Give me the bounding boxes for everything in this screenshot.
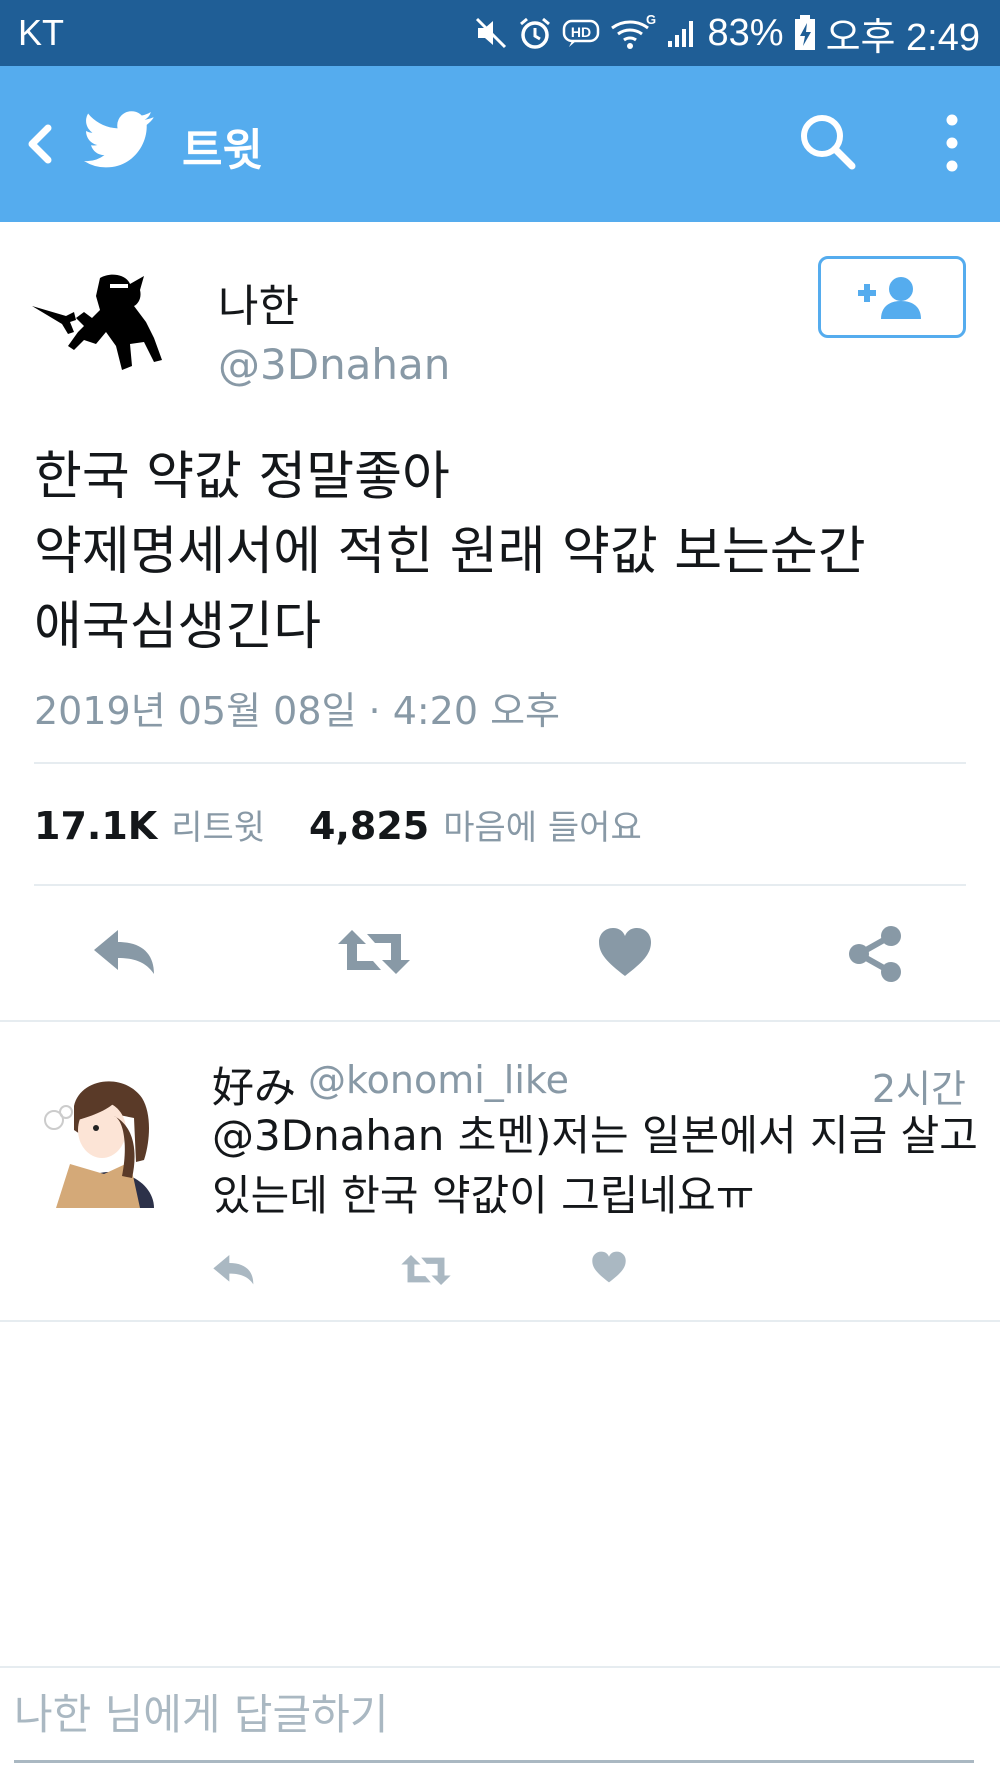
reply-compose-bar xyxy=(0,1666,1000,1756)
app-bar: 트윗 xyxy=(0,66,1000,222)
like-count[interactable]: 4,825 xyxy=(309,804,429,848)
divider xyxy=(34,884,966,886)
alarm-icon xyxy=(518,16,552,50)
signal-icon xyxy=(666,17,698,49)
retweet-icon[interactable] xyxy=(400,1252,452,1292)
reply-avatar[interactable] xyxy=(40,1062,160,1210)
status-icons: HD G 83% 오후 2:49 xyxy=(474,8,980,59)
reply-icon[interactable] xyxy=(212,1252,256,1290)
carrier-label: KT xyxy=(18,12,65,53)
battery-label: 83% xyxy=(707,11,784,54)
status-bar: KT HD G 83% 오후 2:49 xyxy=(0,0,1000,66)
page-title: 트윗 xyxy=(182,125,263,176)
reply-timestamp: 2시간 xyxy=(871,1067,966,1111)
twitter-bird-icon xyxy=(84,110,154,170)
reply-icon[interactable] xyxy=(92,926,158,980)
tweet-text-line: 한국 약값 정말좋아 xyxy=(34,447,450,507)
reply-text: @3Dnahan 초멘)저는 일본에서 지금 살고 있는데 한국 약값이 그립네… xyxy=(212,1106,978,1226)
retweet-label[interactable]: 리트윗 xyxy=(171,800,265,849)
add-user-icon xyxy=(858,277,921,319)
retweet-count[interactable]: 17.1K xyxy=(34,804,157,848)
reply-input[interactable] xyxy=(14,1684,974,1744)
share-icon[interactable] xyxy=(847,924,903,988)
divider xyxy=(0,1320,1000,1322)
heart-icon[interactable] xyxy=(597,926,653,982)
clock: 오후 2:49 xyxy=(825,16,980,59)
mute-icon xyxy=(474,16,508,50)
divider xyxy=(0,1020,1000,1022)
tweet-stats: 17.1K 리트윗 4,825 마음에 들어요 xyxy=(34,800,672,849)
tweet-text: 한국 약값 정말좋아 약제명세서에 적힌 원래 약값 보는순간 애국심생긴다 xyxy=(34,440,974,665)
more-vertical-icon[interactable] xyxy=(934,110,970,176)
like-label[interactable]: 마음에 들어요 xyxy=(443,800,642,849)
reply-text-line: @3Dnahan 초멘)저는 일본에서 지금 살고 xyxy=(212,1111,978,1160)
tweet-text-line: 애국심생긴다 xyxy=(34,597,322,657)
wifi-icon: G xyxy=(610,14,656,52)
tweet-display-name[interactable]: 나한 xyxy=(218,270,299,334)
svg-text:G: G xyxy=(646,14,656,27)
reply-handle[interactable]: @konomi_like xyxy=(308,1058,569,1102)
tweet-handle[interactable]: @3Dnahan xyxy=(218,340,450,389)
svg-text:HD: HD xyxy=(570,24,590,40)
heart-icon[interactable] xyxy=(591,1250,627,1288)
battery-charging-icon xyxy=(794,15,816,51)
tweet-text-line: 약제명세서에 적힌 원래 약값 보는순간 xyxy=(34,522,866,582)
reply-input-underline xyxy=(14,1760,974,1763)
reply-text-line: 있는데 한국 약값이 그립네요ㅠ xyxy=(212,1171,755,1220)
hd-icon: HD xyxy=(562,18,600,48)
avatar[interactable] xyxy=(30,270,180,380)
search-icon[interactable] xyxy=(796,110,860,174)
back-icon[interactable] xyxy=(14,114,64,174)
retweet-icon[interactable] xyxy=(336,926,412,982)
tweet-timestamp: 2019년 05월 08일 · 4:20 오후 xyxy=(34,689,561,733)
follow-button[interactable] xyxy=(818,256,966,338)
divider xyxy=(34,762,966,764)
